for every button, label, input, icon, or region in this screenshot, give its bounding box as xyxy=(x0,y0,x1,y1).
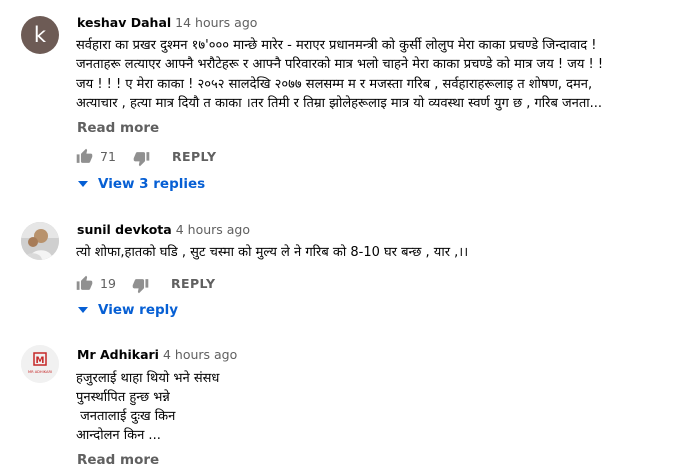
comment-text: हजुरलाई थाहा थियो भने संसध पुनर्स्थापित … xyxy=(76,369,219,445)
comment-line: जनतालाई दुःख किन xyxy=(76,409,176,424)
author-avatar[interactable]: M MR ADHIKARI xyxy=(21,345,59,383)
comment-header: Mr Adhikari 4 hours ago xyxy=(77,347,237,363)
svg-text:MR ADHIKARI: MR ADHIKARI xyxy=(28,370,52,374)
mr-adhikari-logo-icon: M MR ADHIKARI xyxy=(21,345,59,383)
comment-line: हजुरलाई थाहा थियो भने संसध xyxy=(76,371,220,386)
comment-line: पुनर्स्थापित हुन्छ भन्ने xyxy=(76,390,170,405)
comment-timestamp[interactable]: 4 hours ago xyxy=(163,347,237,362)
read-more-button[interactable]: Read more xyxy=(77,452,159,468)
comment-line: आन्दोलन किन ... xyxy=(76,428,161,443)
author-name[interactable]: Mr Adhikari xyxy=(77,347,159,362)
svg-text:M: M xyxy=(36,356,45,366)
comment-thread: M MR ADHIKARI Mr Adhikari 4 hours ago हजु… xyxy=(0,0,695,474)
